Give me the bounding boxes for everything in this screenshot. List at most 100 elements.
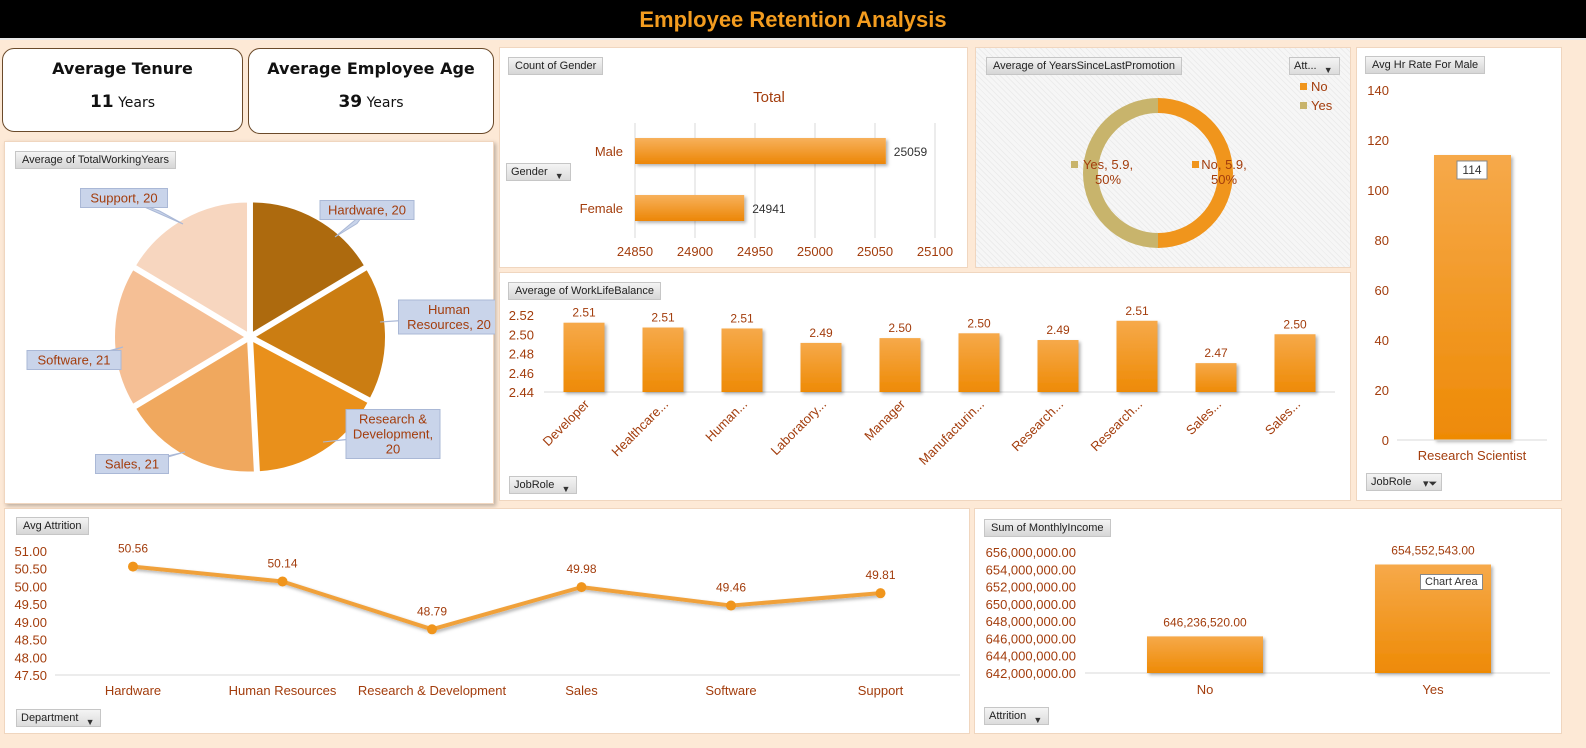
- hr-category-label: Research Scientist: [1418, 448, 1527, 463]
- income-tick-label-2: 646,000,000.00: [986, 631, 1076, 646]
- attrition-series-line: [132, 564, 881, 632]
- income-data-label-0: 646,236,520.00: [1163, 615, 1247, 629]
- attrition-point-4: [726, 600, 736, 611]
- wlb-data-label-8: 2.47: [1204, 346, 1228, 360]
- pie-data-label-0: Hardware, 20: [328, 203, 406, 218]
- attrition-data-label-5: 49.81: [865, 568, 895, 582]
- attrition-tick-label-3: 49.00: [14, 615, 47, 630]
- wlb-bar-8: [1195, 363, 1237, 392]
- wlb-data-label-0: 2.51: [572, 306, 596, 320]
- attrition-category-label-3: Sales: [565, 683, 598, 698]
- gender-tick-label-4: 25050: [857, 244, 893, 259]
- gender-category-label-0: Male: [595, 144, 623, 159]
- income-tick-label-0: 642,000,000.00: [986, 666, 1076, 681]
- pie-chart-total-working-years[interactable]: Hardware, 20Human Resources, 20Research &…: [5, 142, 495, 505]
- kpi-tenure-value: 11 Years: [3, 92, 242, 112]
- hr-tick-label-7: 140: [1367, 83, 1389, 98]
- gender-tick-label-0: 24850: [617, 244, 653, 259]
- attrition-data-label-4: 49.46: [716, 581, 746, 595]
- wlb-bar-2: [721, 328, 763, 392]
- wlb-bar-1: [642, 327, 684, 392]
- income-tick-label-3: 648,000,000.00: [986, 614, 1076, 629]
- bar-chart-work-life-balance[interactable]: 2.44 2.46 2.48 2.50 2.52 2.51 Developer 2.51 Hea…: [500, 273, 1352, 502]
- attrition-tick-label-5: 50.00: [14, 579, 47, 594]
- panel-work-life-balance[interactable]: Average of WorkLifeBalance JobRole ▼ 2.44…: [499, 272, 1351, 501]
- pie-data-label-5: Support, 20: [90, 191, 157, 206]
- attrition-tick-label-1: 48.00: [14, 650, 47, 665]
- gender-bar-male: [635, 138, 886, 164]
- wlb-tick-label-1: 2.46: [509, 366, 534, 381]
- gender-tick-label-2: 24950: [737, 244, 773, 259]
- wlb-bar-3: [800, 342, 842, 392]
- wlb-category-label-5: Manufacturin...: [916, 397, 987, 468]
- bar-chart-sum-monthly-income[interactable]: 642,000,000.00 644,000,000.00 646,000,000.…: [975, 509, 1563, 735]
- kpi-age-value: 39 Years: [249, 92, 493, 112]
- attrition-point-5: [875, 588, 886, 599]
- donut-label-swatch-1: [1071, 161, 1078, 168]
- attrition-point-3: [576, 582, 587, 593]
- attrition-data-label-3: 49.98: [566, 562, 596, 576]
- wlb-category-label-1: Healthcare...: [608, 397, 671, 460]
- wlb-category-label-7: Research...: [1088, 397, 1146, 455]
- attrition-data-label-0: 50.56: [118, 542, 148, 556]
- donut-chart-years-since-last-promotion[interactable]: NoYesNo, 5.9, 50%Yes, 5.9, 50%: [976, 48, 1352, 269]
- hr-tick-label-5: 100: [1367, 183, 1389, 198]
- panel-avg-hr-rate-male[interactable]: Avg Hr Rate For Male JobRole ▾⏷ 0 20 40 60 80…: [1356, 47, 1562, 501]
- bar-chart-avg-hr-rate[interactable]: 0 20 40 60 80 100 120 140 114 Research Scientist: [1357, 48, 1563, 502]
- panel-years-since-last-promotion[interactable]: Average of YearsSinceLastPromotion Att..…: [975, 47, 1351, 268]
- wlb-bar-4: [879, 338, 921, 392]
- gender-bar-female: [635, 195, 745, 221]
- wlb-category-label-0: Developer: [540, 396, 593, 449]
- wlb-bar-9: [1274, 334, 1316, 392]
- attrition-data-label-2: 48.79: [417, 604, 447, 618]
- wlb-category-label-8: Sales...: [1183, 397, 1224, 438]
- income-tick-label-6: 654,000,000.00: [986, 562, 1076, 577]
- wlb-data-label-3: 2.49: [809, 326, 833, 340]
- kpi-tenure-title: Average Tenure: [52, 59, 193, 78]
- hr-tick-label-0: 0: [1382, 433, 1389, 448]
- kpi-age-unit: Years: [366, 95, 404, 111]
- wlb-data-label-7: 2.51: [1125, 304, 1149, 318]
- wlb-category-label-3: Laboratory...: [768, 397, 830, 459]
- panel-count-of-gender[interactable]: Count of Gender Gender ▼ Total 24850 24900 2…: [499, 47, 968, 268]
- wlb-bar-6: [1037, 340, 1079, 392]
- dashboard-title: Employee Retention Analysis: [639, 7, 947, 32]
- kpi-age-number: 39: [338, 92, 363, 112]
- panel-total-working-years[interactable]: Average of TotalWorkingYears Hardware, 2…: [4, 141, 495, 505]
- wlb-data-label-2: 2.51: [730, 311, 754, 325]
- wlb-bar-7: [1116, 320, 1158, 392]
- attrition-category-label-1: Human Resources: [229, 683, 337, 698]
- line-chart-avg-attrition[interactable]: 47.50 48.00 48.50 49.00 49.50 50.00 50.50 51.00…: [5, 509, 971, 735]
- attrition-tick-label-4: 49.50: [14, 597, 47, 612]
- income-category-label-0: No: [1197, 682, 1214, 697]
- panel-avg-attrition[interactable]: Avg Attrition Department ▼ 47.50 48.00 48.5…: [4, 508, 970, 734]
- attrition-point-1: [277, 576, 288, 587]
- attrition-data-label-1: 50.14: [267, 556, 297, 570]
- wlb-data-label-6: 2.49: [1046, 323, 1070, 337]
- gender-category-label-1: Female: [580, 201, 623, 216]
- attrition-point-0: [128, 561, 138, 572]
- wlb-tick-label-4: 2.52: [509, 308, 534, 323]
- wlb-category-label-2: Human...: [702, 397, 750, 445]
- panel-sum-monthly-income[interactable]: Sum of MonthlyIncome Attrition ▼ 642,000,…: [974, 508, 1562, 734]
- gender-chart-title: Total: [753, 89, 785, 106]
- chart-area-tooltip: Chart Area: [1420, 574, 1483, 590]
- attrition-tick-label-0: 47.50: [14, 668, 47, 683]
- attrition-category-label-5: Support: [858, 683, 904, 698]
- wlb-data-label-1: 2.51: [651, 311, 675, 325]
- wlb-tick-label-0: 2.44: [509, 385, 534, 400]
- attrition-category-label-4: Software: [705, 683, 756, 698]
- attrition-point-2: [427, 624, 437, 635]
- bar-chart-count-of-gender[interactable]: Total 24850 24900 24950 25000 25050 25100 Male 2…: [500, 48, 969, 269]
- hr-tick-label-4: 80: [1375, 233, 1389, 248]
- income-tick-label-7: 656,000,000.00: [986, 545, 1076, 560]
- attrition-tick-label-7: 51.00: [14, 544, 47, 559]
- legend-swatch-1: [1300, 102, 1307, 109]
- attrition-category-label-2: Research & Development: [358, 683, 507, 698]
- kpi-average-tenure: Average Tenure 11 Years: [2, 48, 243, 132]
- hr-tick-label-6: 120: [1367, 133, 1389, 148]
- attrition-tick-label-6: 50.50: [14, 562, 47, 577]
- gender-tick-label-3: 25000: [797, 244, 833, 259]
- hr-tick-label-3: 60: [1375, 283, 1389, 298]
- wlb-data-label-5: 2.50: [967, 316, 991, 330]
